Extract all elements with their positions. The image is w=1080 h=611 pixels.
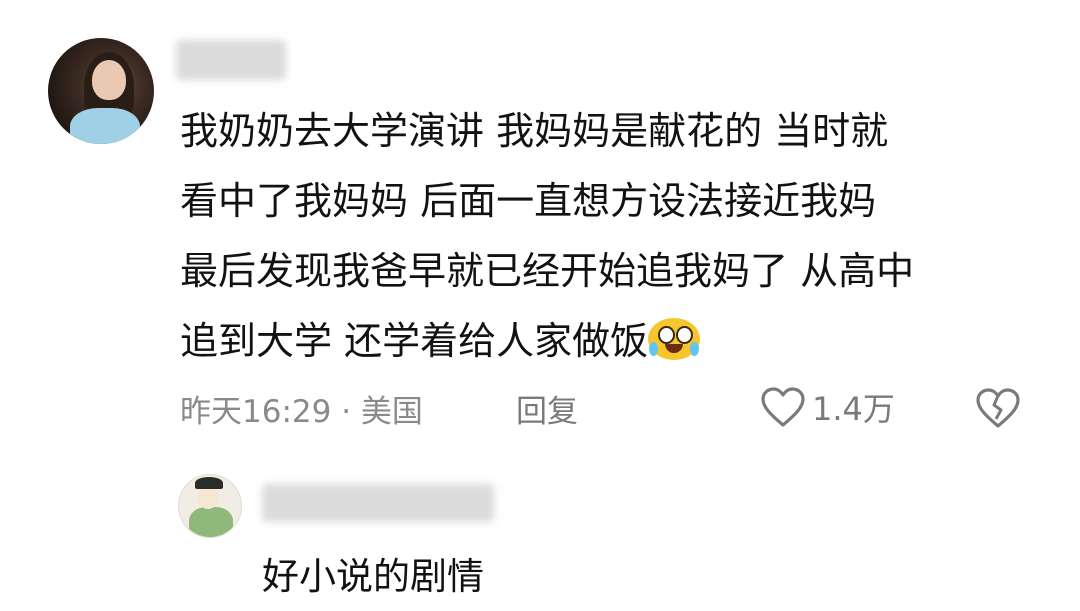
avatar-face [92, 60, 126, 100]
reply-name-blurred[interactable] [262, 484, 494, 522]
comment-line-last: 追到大学 还学着给人家做饭 [180, 306, 1060, 376]
heart-outline-icon [761, 387, 805, 427]
avatar-shirt [70, 108, 140, 144]
broken-heart-icon [976, 388, 1020, 428]
commenter-name-blurred[interactable] [176, 40, 286, 80]
reply-body: 好小说的剧情 [262, 555, 484, 598]
dislike-button[interactable] [974, 386, 1022, 434]
comment-line: 我奶奶去大学演讲 我妈妈是献花的 当时就 [180, 109, 889, 153]
avatar-robe [189, 507, 233, 537]
reply-button[interactable]: 回复 [516, 386, 578, 431]
reply-avatar[interactable] [178, 474, 242, 538]
comment-timestamp-location: 昨天16:29 · 美国 [180, 394, 423, 430]
comment-body: 我奶奶去大学演讲 我妈妈是献花的 当时就 看中了我妈妈 后面一直想方设法接近我妈… [180, 96, 1060, 376]
comment-line-text: 追到大学 还学着给人家做饭 [180, 319, 649, 363]
commenter-avatar[interactable] [48, 38, 154, 144]
like-button[interactable]: 1.4万 [760, 384, 895, 430]
avatar-hat [195, 477, 223, 489]
comment-line: 看中了我妈妈 后面一直想方设法接近我妈 [180, 179, 877, 223]
like-count: 1.4万 [812, 390, 895, 428]
comment-line: 最后发现我爸早就已经开始追我妈了 从高中 [180, 249, 915, 293]
loudly-crying-emoji-icon [648, 316, 701, 362]
